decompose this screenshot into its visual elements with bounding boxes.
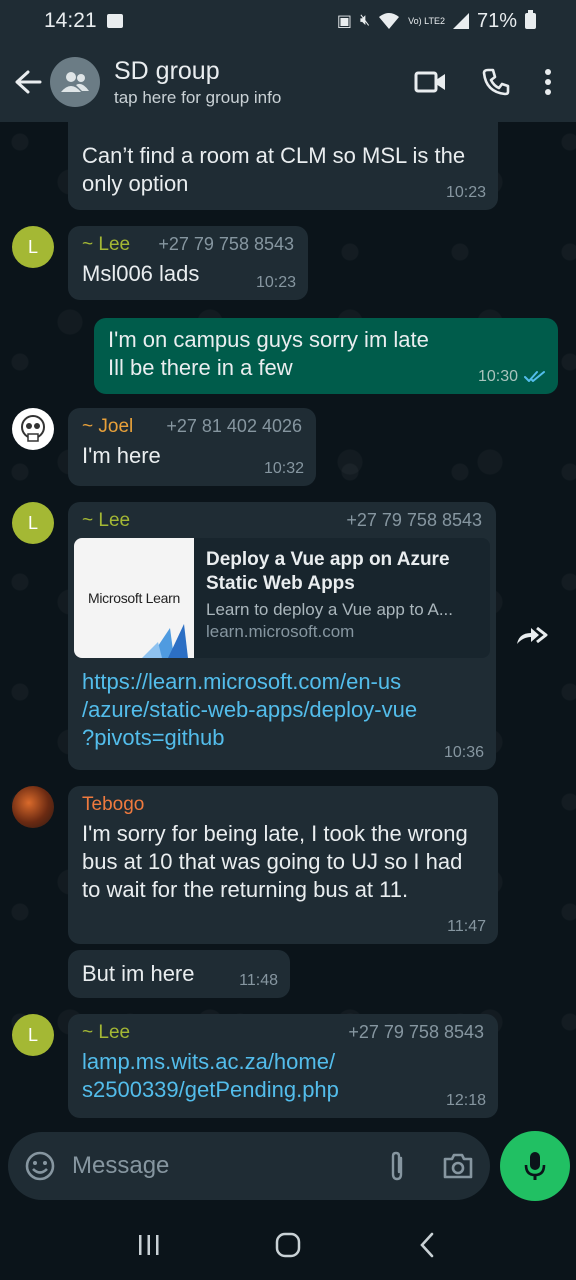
- sender-name[interactable]: ~ Lee: [82, 1022, 130, 1044]
- back-arrow-icon: [15, 70, 42, 94]
- thumbnail-logo-text: Microsoft Learn: [88, 590, 180, 606]
- sender-name[interactable]: Tebogo: [82, 794, 144, 816]
- sender-row: ~ Lee +27 79 758 8543: [74, 510, 490, 532]
- back-button[interactable]: [8, 62, 48, 102]
- back-nav-button[interactable]: [407, 1225, 447, 1265]
- video-call-button[interactable]: [414, 70, 448, 94]
- sender-phone: +27 79 758 8543: [158, 234, 294, 254]
- message-composer: Message: [8, 1132, 490, 1200]
- camera-icon: [443, 1153, 473, 1179]
- message-time: 10:32: [263, 460, 304, 477]
- message-text-line: I'm on campus guys sorry im late: [108, 327, 429, 352]
- message-time: 11:48: [239, 972, 278, 989]
- message-text: I'm sorry for being late, I took the wro…: [82, 821, 468, 902]
- volte-label: Vo) LTE2: [408, 15, 445, 26]
- message-link-line[interactable]: lamp.ms.wits.ac.za/home/: [82, 1048, 484, 1076]
- avatar[interactable]: L: [12, 1014, 54, 1056]
- data-saver-icon: ▣: [336, 13, 353, 30]
- battery-percent: 71%: [476, 9, 517, 32]
- signal-icon: [452, 13, 469, 29]
- home-icon: [275, 1232, 301, 1258]
- group-subtitle: tap here for group info: [114, 88, 282, 107]
- video-camera-icon: [414, 71, 445, 93]
- sender-name[interactable]: ~ Lee: [82, 234, 130, 256]
- avatar-initial: L: [27, 512, 38, 533]
- sender-phone: +27 79 758 8543: [348, 1022, 484, 1042]
- microphone-icon: [524, 1152, 546, 1180]
- attach-button[interactable]: [388, 1150, 406, 1182]
- thumbnail-graphic: [142, 624, 188, 658]
- kebab-menu-icon: [545, 69, 551, 95]
- sender-row: ~ Joel +27 81 402 4026: [82, 416, 302, 438]
- link-preview-card[interactable]: Microsoft Learn Deploy a Vue app on Azur…: [74, 538, 490, 658]
- message-time: 10:23: [445, 184, 486, 201]
- link-preview-thumbnail: Microsoft Learn: [74, 538, 194, 658]
- message-input[interactable]: Message: [72, 1152, 388, 1180]
- avatar[interactable]: [12, 408, 54, 450]
- status-bar: 14:21 ▣ 🔇︎ Vo) LTE2 71%: [0, 0, 576, 42]
- group-info[interactable]: SD group tap here for group info: [114, 56, 281, 108]
- more-options-button[interactable]: [544, 69, 552, 95]
- link-preview-domain: learn.microsoft.com: [206, 622, 355, 641]
- sender-name[interactable]: ~ Lee: [82, 510, 130, 532]
- forward-arrows-icon: [517, 626, 548, 644]
- sender-phone: +27 79 758 8543: [346, 510, 482, 530]
- message-time: 10:30: [478, 368, 546, 386]
- camera-button[interactable]: [442, 1152, 474, 1180]
- forward-button[interactable]: [514, 620, 550, 650]
- message-link-line[interactable]: https://learn.microsoft.com/en-us: [82, 668, 482, 696]
- message-time: 10:36: [443, 744, 484, 761]
- status-time: 14:21: [44, 9, 97, 32]
- emoji-button[interactable]: [24, 1150, 56, 1182]
- recents-icon: [139, 1235, 159, 1255]
- link-preview-title: Deploy a Vue app on Azure Static Web App…: [206, 549, 450, 594]
- sender-phone: +27 81 402 4026: [166, 416, 302, 436]
- voice-call-button[interactable]: [482, 68, 510, 96]
- message-bubble[interactable]: Tebogo I'm sorry for being late, I took …: [68, 786, 498, 944]
- message-link-line[interactable]: ?pivots=github: [82, 724, 482, 752]
- recent-apps-button[interactable]: [129, 1225, 169, 1265]
- avatar[interactable]: [12, 786, 54, 828]
- message-bubble[interactable]: ~ Lee +27 79 758 8543 Microsoft Learn De…: [68, 502, 496, 770]
- voice-message-button[interactable]: [500, 1131, 570, 1201]
- chevron-left-icon: [419, 1232, 433, 1258]
- group-name: SD group: [114, 57, 220, 85]
- group-avatar[interactable]: [50, 57, 100, 107]
- chat-header: SD group tap here for group info: [0, 42, 576, 122]
- avatar[interactable]: L: [12, 502, 54, 544]
- gallery-notification-icon: [106, 14, 123, 28]
- avatar[interactable]: L: [12, 226, 54, 268]
- message-link-line[interactable]: s2500339/getPending.php: [82, 1076, 484, 1104]
- double-check-icon: [524, 371, 545, 382]
- skull-avatar-icon: [21, 415, 45, 442]
- sender-name[interactable]: ~ Joel: [82, 416, 133, 438]
- message-time: 11:47: [447, 918, 486, 935]
- emoji-icon: [25, 1151, 55, 1181]
- message-bubble[interactable]: ~ Joel +27 81 402 4026 I'm here 10:32: [68, 408, 316, 486]
- message-link-line[interactable]: /azure/static-web-apps/deploy-vue: [82, 696, 482, 724]
- message-time: 12:18: [445, 1092, 486, 1109]
- avatar-initial: L: [27, 236, 38, 257]
- message-bubble[interactable]: ~ Lee +27 79 758 8543 lamp.ms.wits.ac.za…: [68, 1014, 498, 1118]
- outgoing-message-bubble[interactable]: I'm on campus guys sorry im late Ill be …: [94, 318, 558, 394]
- group-icon: [61, 72, 89, 92]
- message-text: Can’t find a room at CLM so MSL is the o…: [82, 143, 466, 196]
- sender-row: ~ Lee +27 79 758 8543: [82, 234, 294, 256]
- sender-row: ~ Lee +27 79 758 8543: [82, 1022, 484, 1044]
- message-bubble[interactable]: ~ Lee +27 79 758 8543 Msl006 lads 10:23: [68, 226, 308, 300]
- home-button[interactable]: [268, 1225, 308, 1265]
- mute-icon: 🔇︎: [360, 12, 371, 29]
- message-bubble[interactable]: But im here 11:48: [68, 950, 290, 998]
- sender-row: Tebogo: [82, 794, 484, 816]
- message-bubble[interactable]: Can’t find a room at CLM so MSL is the o…: [68, 122, 498, 210]
- link-preview-description: Learn to deploy a Vue app to A...: [206, 600, 453, 619]
- avatar-initial: L: [27, 1024, 38, 1045]
- wifi-icon: [379, 13, 400, 29]
- message-time: 10:23: [255, 274, 296, 291]
- time-text: 10:30: [477, 368, 518, 385]
- system-navigation-bar: [0, 1210, 576, 1280]
- paperclip-icon: [391, 1151, 403, 1181]
- phone-icon: [482, 68, 510, 96]
- battery-icon: [525, 10, 536, 29]
